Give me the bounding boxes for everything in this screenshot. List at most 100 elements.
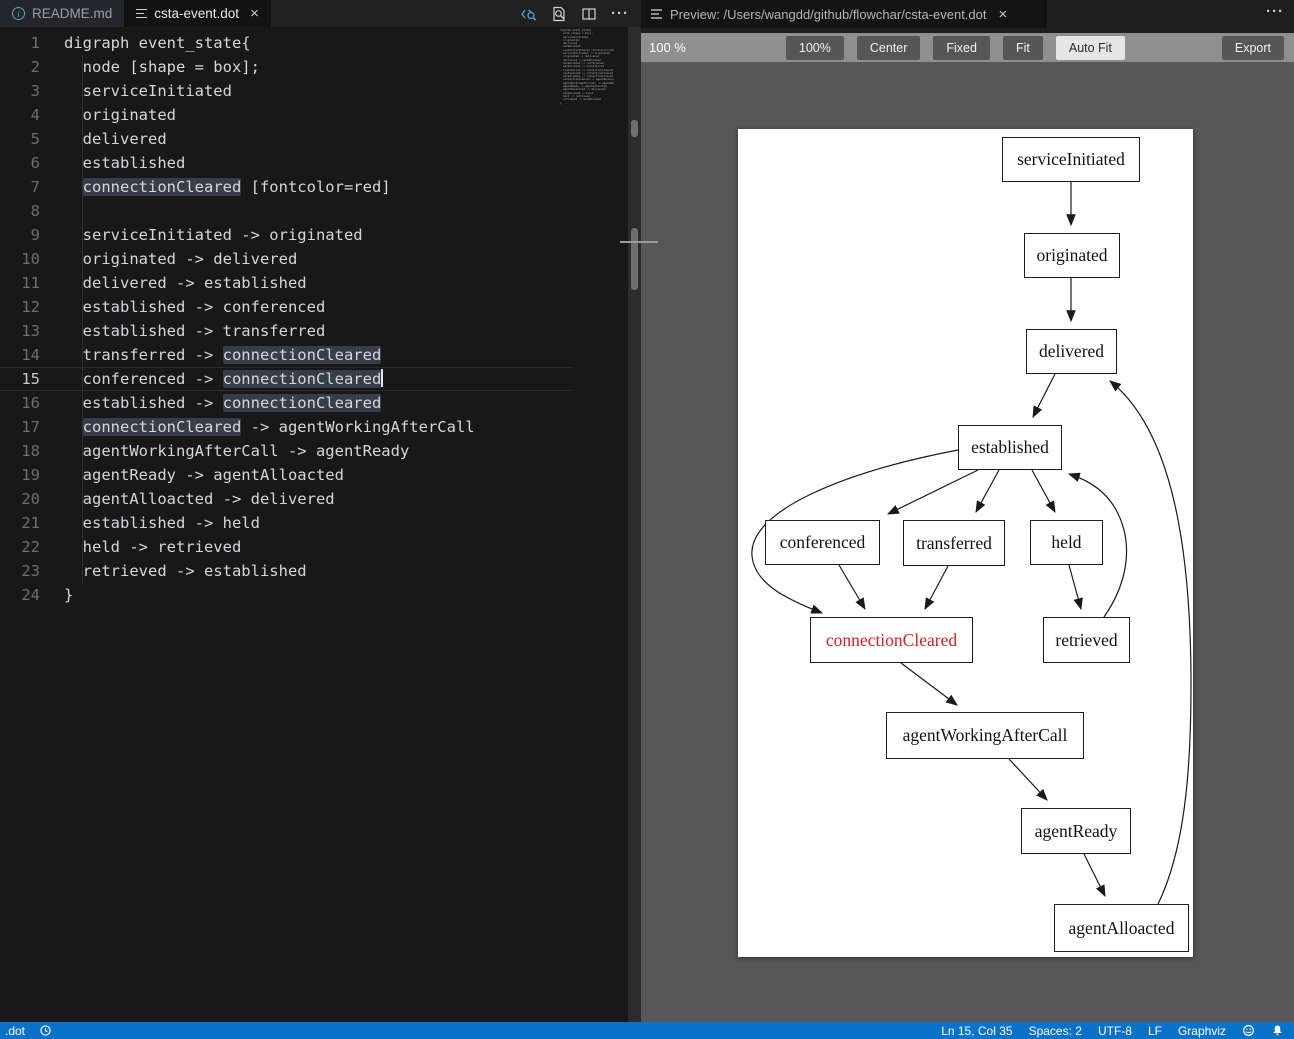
- edge-connectionCleared-agentWorkingAfterCall: [901, 663, 957, 705]
- preview-content[interactable]: serviceInitiatedoriginateddeliveredestab…: [641, 62, 1294, 1022]
- line-number: 24: [0, 583, 40, 607]
- scrollbar-handle[interactable]: [631, 228, 638, 290]
- diagram-node-delivered: delivered: [1026, 329, 1117, 374]
- highlighted-word: connectionCleared: [223, 370, 382, 388]
- highlighted-word: connectionCleared: [223, 394, 382, 412]
- toolbar-button-center[interactable]: Center: [857, 36, 921, 60]
- toolbar-button-fixed[interactable]: Fixed: [933, 36, 990, 60]
- code-editor[interactable]: 1digraph event_state{2 node [shape = box…: [0, 27, 628, 1022]
- status-item[interactable]: Spaces: 2: [1029, 1024, 1082, 1038]
- code-line[interactable]: 24}: [0, 583, 572, 607]
- code-text: delivered -> established: [40, 271, 307, 295]
- edge-established-transferred: [976, 470, 999, 512]
- code-line[interactable]: 3 serviceInitiated: [0, 79, 572, 103]
- diagram-node-retrieved: retrieved: [1043, 617, 1130, 663]
- close-icon[interactable]: ×: [250, 5, 259, 22]
- code-line[interactable]: 5 delivered: [0, 127, 572, 151]
- more-actions-icon[interactable]: ···: [611, 5, 629, 22]
- line-number: 16: [0, 391, 40, 415]
- code-line[interactable]: 22 held -> retrieved: [0, 535, 572, 559]
- edge-established-held: [1032, 470, 1055, 512]
- zoom-level-label: 100 %: [649, 40, 686, 55]
- code-text: node [shape = box];: [40, 55, 260, 79]
- tab-readme[interactable]: i README.md: [0, 0, 124, 27]
- line-number: 3: [0, 79, 40, 103]
- clock-icon[interactable]: [39, 1024, 52, 1037]
- line-number: 13: [0, 319, 40, 343]
- code-line[interactable]: 11 delivered -> established: [0, 271, 572, 295]
- line-number: 1: [0, 31, 40, 55]
- code-line[interactable]: 20 agentAlloacted -> delivered: [0, 487, 572, 511]
- statusbar: .dot Ln 15, Col 35 Spaces: 2 UTF-8 LF Graphv…: [0, 1022, 1294, 1039]
- diagram-node-serviceInitiated: serviceInitiated: [1002, 137, 1140, 182]
- preview-tab[interactable]: Preview: /Users/wangdd/github/flowchar/c…: [641, 0, 1047, 28]
- open-preview-side-icon[interactable]: [520, 6, 537, 22]
- code-text: originated -> delivered: [40, 247, 297, 271]
- status-language-mode[interactable]: .dot: [5, 1024, 25, 1038]
- toolbar-button-100-[interactable]: 100%: [786, 36, 844, 60]
- export-button[interactable]: Export: [1222, 36, 1284, 60]
- pane-sash-handle[interactable]: [620, 241, 658, 243]
- code-line[interactable]: 19 agentReady -> agentAlloacted: [0, 463, 572, 487]
- status-right-items: Ln 15, Col 35 Spaces: 2 UTF-8 LF Graphviz: [941, 1024, 1226, 1038]
- code-line[interactable]: 7 connectionCleared [fontcolor=red]: [0, 175, 572, 199]
- toolbar-button-auto-fit[interactable]: Auto Fit: [1056, 36, 1125, 60]
- preview-file-icon: [651, 9, 662, 19]
- code-line[interactable]: 18 agentWorkingAfterCall -> agentReady: [0, 439, 572, 463]
- scrollbar-handle[interactable]: [631, 120, 638, 137]
- code-text: digraph event_state{: [40, 31, 251, 55]
- code-text: agentAlloacted -> delivered: [40, 487, 335, 511]
- code-line[interactable]: 21 established -> held: [0, 511, 572, 535]
- code-text: established -> conferenced: [40, 295, 325, 319]
- code-line[interactable]: 6 established: [0, 151, 572, 175]
- status-item[interactable]: Graphviz: [1178, 1024, 1226, 1038]
- code-text: }: [40, 583, 73, 607]
- line-number: 5: [0, 127, 40, 151]
- line-number: 19: [0, 463, 40, 487]
- code-line[interactable]: 10 originated -> delivered: [0, 247, 572, 271]
- code-line[interactable]: 14 transferred -> connectionCleared: [0, 343, 572, 367]
- diagram-node-held: held: [1030, 520, 1103, 565]
- toolbar-button-fit[interactable]: Fit: [1003, 36, 1043, 60]
- code-line[interactable]: 8: [0, 199, 572, 223]
- highlighted-word: connectionCleared: [83, 178, 242, 196]
- code-line[interactable]: 12 established -> conferenced: [0, 295, 572, 319]
- open-preview-icon[interactable]: [551, 6, 567, 22]
- tab-csta-event-dot[interactable]: csta-event.dot ×: [124, 0, 271, 27]
- status-right: Ln 15, Col 35 Spaces: 2 UTF-8 LF Graphviz: [941, 1024, 1294, 1038]
- code-text: originated: [40, 103, 176, 127]
- code-line[interactable]: 23 retrieved -> established: [0, 559, 572, 583]
- line-number: 12: [0, 295, 40, 319]
- close-icon[interactable]: ×: [999, 6, 1008, 23]
- split-editor-icon[interactable]: [581, 6, 597, 22]
- code-line[interactable]: 17 connectionCleared -> agentWorkingAfte…: [0, 415, 572, 439]
- line-number: 7: [0, 175, 40, 199]
- code-line[interactable]: 1digraph event_state{: [0, 31, 572, 55]
- tab-label: csta-event.dot: [154, 6, 239, 21]
- code-line[interactable]: 15 conferenced -> connectionCleared: [0, 367, 572, 391]
- diagram-node-transferred: transferred: [903, 520, 1005, 566]
- preview-more-icon[interactable]: ···: [1266, 3, 1284, 20]
- diagram-node-originated: originated: [1024, 233, 1120, 278]
- minimap[interactable]: digraph event_state{ node [shape = box];…: [560, 29, 614, 105]
- edge-delivered-established: [1033, 374, 1055, 417]
- code-line[interactable]: 13 established -> transferred: [0, 319, 572, 343]
- dot-file-icon: [136, 9, 147, 19]
- editor-scrollbar[interactable]: [628, 27, 641, 1022]
- code-line[interactable]: 9 serviceInitiated -> originated: [0, 223, 572, 247]
- diagram-node-conferenced: conferenced: [765, 520, 880, 565]
- code-line[interactable]: 2 node [shape = box];: [0, 55, 572, 79]
- code-text: established -> transferred: [40, 319, 325, 343]
- feedback-smiley-icon[interactable]: [1242, 1024, 1255, 1037]
- status-item[interactable]: Ln 15, Col 35: [941, 1024, 1012, 1038]
- status-item[interactable]: LF: [1148, 1024, 1162, 1038]
- code-line[interactable]: 16 established -> connectionCleared: [0, 391, 572, 415]
- code-text: established: [40, 151, 185, 175]
- status-item[interactable]: UTF-8: [1098, 1024, 1132, 1038]
- code-text: transferred -> connectionCleared: [40, 343, 381, 367]
- line-number: 9: [0, 223, 40, 247]
- info-icon: i: [12, 7, 25, 20]
- code-line[interactable]: 4 originated: [0, 103, 572, 127]
- code-text: serviceInitiated: [40, 79, 232, 103]
- notifications-bell-icon[interactable]: [1271, 1024, 1284, 1037]
